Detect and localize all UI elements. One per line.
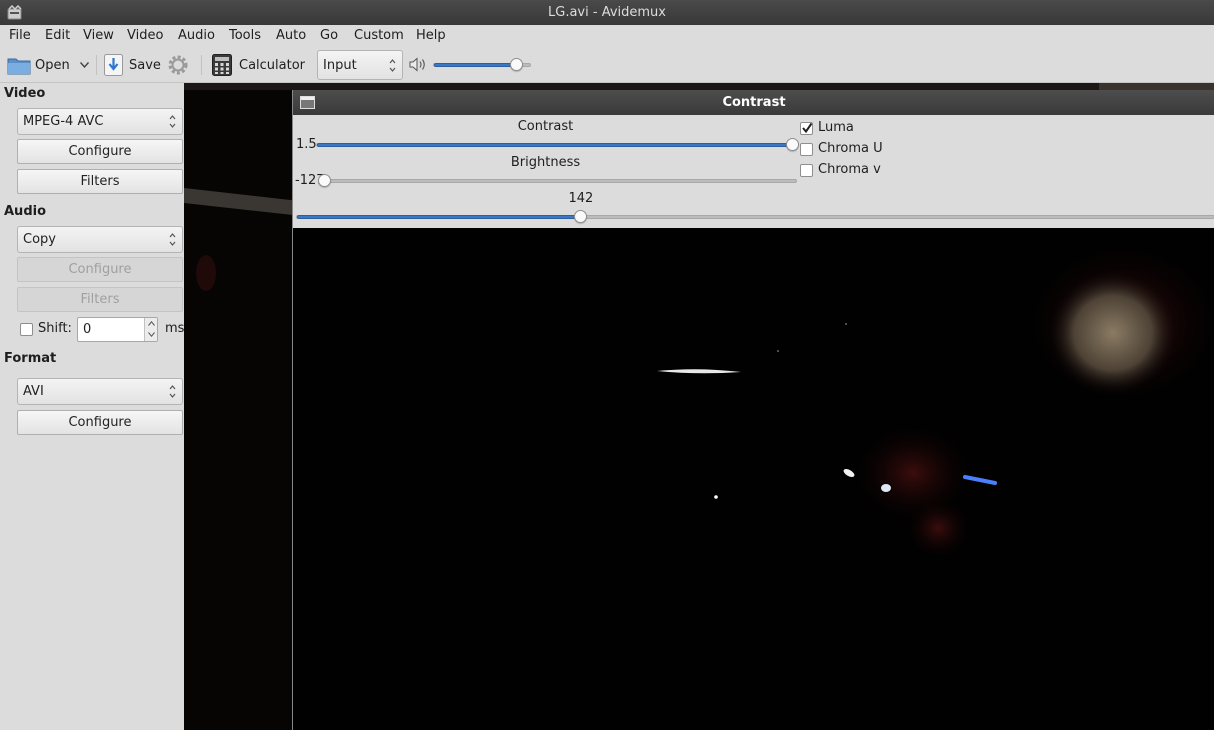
frame-position-slider-track[interactable] [296, 215, 1214, 219]
video-section-heading: Video [4, 86, 46, 101]
video-codec-value: MPEG-4 AVC [23, 114, 104, 129]
updown-arrows-icon [169, 385, 176, 398]
menu-video[interactable]: Video [127, 28, 163, 43]
video-filters-button[interactable]: Filters [17, 169, 183, 194]
format-container-value: AVI [23, 384, 44, 399]
calculator-icon [212, 54, 232, 76]
frame-position-slider-handle[interactable] [574, 210, 588, 223]
audio-configure-button[interactable]: Configure [17, 257, 183, 282]
chroma-u-label: Chroma U [818, 141, 883, 156]
checkmark-icon [802, 122, 813, 134]
format-section-heading: Format [4, 351, 57, 366]
brightness-label: Brightness [510, 155, 581, 170]
calculator-button[interactable]: Calculator [212, 47, 305, 83]
chroma-v-checkbox[interactable] [800, 164, 813, 177]
menu-go[interactable]: Go [320, 28, 338, 43]
menu-view[interactable]: View [83, 28, 114, 43]
filter-preview-frame [293, 228, 1214, 730]
save-button[interactable]: Save [104, 47, 161, 83]
preview-frame-image [293, 228, 1214, 730]
menu-auto[interactable]: Auto [276, 28, 306, 43]
spin-down-icon[interactable] [148, 332, 155, 337]
contrast-dialog: Contrast Contrast 1.5 Brightness -127 Lu… [292, 90, 1214, 730]
chroma-v-label: Chroma v [818, 162, 881, 177]
video-configure-button[interactable]: Configure [17, 139, 183, 164]
contrast-controls: Contrast 1.5 Brightness -127 Luma Chroma… [293, 115, 1214, 228]
format-container-select[interactable]: AVI [17, 378, 183, 405]
download-arrow-icon [104, 54, 123, 76]
audio-section-heading: Audio [4, 204, 47, 219]
brightness-slider-track[interactable] [324, 179, 797, 183]
save-label: Save [129, 57, 161, 73]
open-dropdown-arrow-icon[interactable] [80, 62, 89, 68]
updown-arrows-icon [169, 115, 176, 128]
contrast-slider-fill [317, 143, 793, 147]
updown-arrows-icon [389, 59, 396, 72]
contrast-label: Contrast [517, 119, 574, 134]
frame-position-slider-fill [297, 215, 582, 219]
source-select[interactable]: Input [317, 50, 403, 80]
open-button[interactable]: Open [7, 47, 70, 83]
menu-help[interactable]: Help [416, 28, 446, 43]
menu-custom[interactable]: Custom [354, 28, 404, 43]
calculator-label: Calculator [239, 57, 306, 73]
shift-spin-buttons[interactable] [144, 318, 157, 341]
updown-arrows-icon [169, 233, 176, 246]
luma-label: Luma [818, 120, 854, 135]
window-menu-icon[interactable] [300, 96, 315, 109]
brightness-slider-handle[interactable] [317, 174, 331, 187]
left-panel: Video MPEG-4 AVC Configure Filters Audio… [0, 83, 184, 730]
contrast-slider-handle[interactable] [785, 138, 799, 151]
speaker-icon[interactable] [409, 57, 426, 72]
window-title: LG.avi - Avidemux [548, 5, 666, 20]
luma-checkbox[interactable] [800, 122, 813, 135]
volume-slider-handle[interactable] [509, 58, 523, 71]
menu-audio[interactable]: Audio [178, 28, 215, 43]
toolbar: Open Save Calculator Input [0, 47, 1214, 83]
contrast-slider-track[interactable] [316, 143, 793, 147]
open-label: Open [35, 57, 70, 73]
contrast-value: 1.5 [296, 137, 317, 152]
frame-position-value: 142 [568, 191, 594, 206]
audio-codec-value: Copy [23, 232, 56, 247]
menu-edit[interactable]: Edit [45, 28, 70, 43]
chroma-u-checkbox[interactable] [800, 143, 813, 156]
shift-unit-label: ms [165, 321, 185, 336]
menu-file[interactable]: File [9, 28, 31, 43]
title-bar: LG.avi - Avidemux [0, 0, 1214, 25]
folder-icon [7, 58, 31, 75]
gear-icon[interactable] [167, 54, 189, 76]
toolbar-separator [201, 55, 202, 75]
spin-up-icon[interactable] [148, 321, 155, 326]
source-select-value: Input [323, 57, 357, 73]
shift-label: Shift: [38, 321, 72, 336]
shift-checkbox[interactable] [20, 323, 33, 336]
shift-value: 0 [83, 322, 92, 337]
contrast-dialog-title: Contrast [293, 90, 1214, 115]
shift-spinbox[interactable]: 0 [77, 317, 158, 342]
volume-slider-fill [434, 63, 518, 67]
menu-bar: File Edit View Video Audio Tools Auto Go… [0, 25, 1214, 47]
audio-codec-select[interactable]: Copy [17, 226, 183, 253]
video-codec-select[interactable]: MPEG-4 AVC [17, 108, 183, 135]
format-configure-button[interactable]: Configure [17, 410, 183, 435]
toolbar-separator [96, 55, 97, 75]
audio-filters-button[interactable]: Filters [17, 287, 183, 312]
menu-tools[interactable]: Tools [229, 28, 261, 43]
